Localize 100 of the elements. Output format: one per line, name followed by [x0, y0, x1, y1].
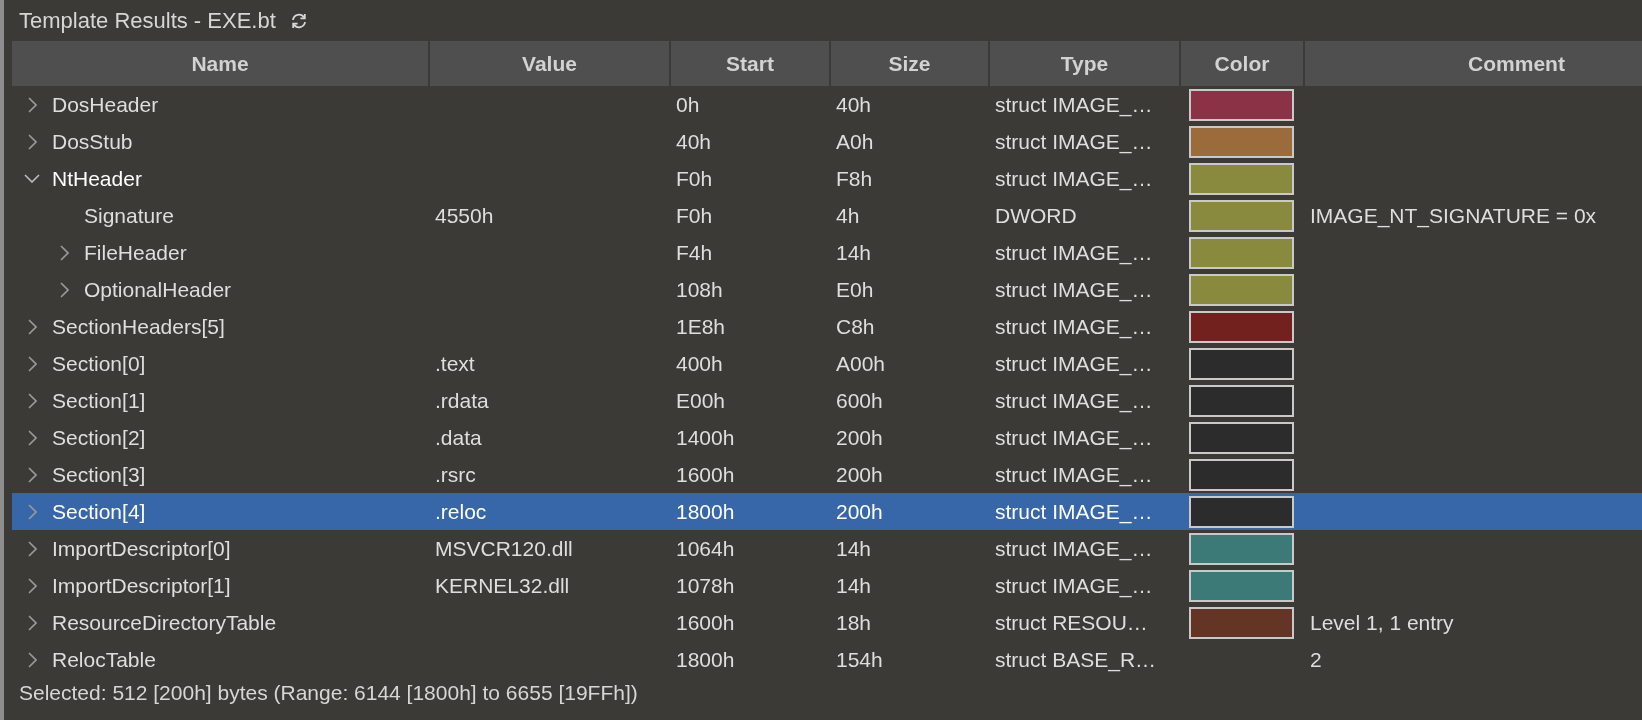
column-header[interactable]: Type [990, 41, 1181, 86]
table-row[interactable]: SectionHeaders[5] 1E8h C8h struct IMAGE_… [12, 308, 1642, 345]
type-name: struct IMAGE_… [995, 240, 1153, 265]
comment-text: 2 [1310, 647, 1322, 672]
comment-text: Level 1, 1 entry [1310, 610, 1454, 635]
field-value: MSVCR120.dll [435, 536, 573, 561]
start-offset: F0h [676, 203, 713, 228]
size-value: 18h [836, 610, 872, 635]
start-offset: 40h [676, 129, 712, 154]
start-offset: F0h [676, 166, 713, 191]
size-value: 200h [836, 425, 883, 450]
chevron-right-icon[interactable] [27, 614, 37, 631]
chevron-right-icon[interactable] [59, 281, 69, 298]
field-value: 4550h [435, 203, 494, 228]
column-header[interactable]: Comment [1305, 41, 1642, 86]
chevron-right-icon[interactable] [27, 392, 37, 409]
start-offset: 1600h [676, 610, 735, 635]
table-row[interactable]: Section[3] .rsrc 1600h 200h struct IMAGE_… [12, 456, 1642, 493]
size-value: F8h [836, 166, 873, 191]
field-value: .rdata [435, 388, 489, 413]
table-row[interactable]: Section[4] .reloc 1800h 200h struct IMAGE_… [12, 493, 1642, 530]
table-row[interactable]: Section[2] .data 1400h 200h struct IMAGE_… [12, 419, 1642, 456]
size-value: 154h [836, 647, 883, 672]
type-name: struct IMAGE_… [995, 499, 1153, 524]
size-value: 600h [836, 388, 883, 413]
table-row[interactable]: OptionalHeader 108h E0h struct IMAGE_… [12, 271, 1642, 308]
field-value: KERNEL32.dll [435, 573, 570, 598]
type-name: struct IMAGE_… [995, 166, 1153, 191]
start-offset: 1800h [676, 499, 735, 524]
size-value: A0h [836, 129, 874, 154]
field-name: Section[0] [52, 351, 146, 376]
table-row[interactable]: Section[1] .rdata E00h 600h struct IMAGE_… [12, 382, 1642, 419]
chevron-right-icon[interactable] [27, 429, 37, 446]
start-offset: 108h [676, 277, 723, 302]
field-name: Section[4] [52, 499, 146, 524]
field-value: .rsrc [435, 462, 476, 487]
field-name: RelocTable [52, 647, 156, 672]
field-name: DosStub [52, 129, 133, 154]
column-header[interactable]: Color [1181, 41, 1305, 86]
type-name: struct RESOU… [995, 610, 1148, 635]
table-row[interactable]: RelocTable 1800h 154h struct BASE_R… 2 [12, 641, 1642, 678]
type-name: struct IMAGE_… [995, 351, 1153, 376]
size-value: 14h [836, 240, 872, 265]
field-value: .text [435, 351, 475, 376]
chevron-right-icon[interactable] [27, 318, 37, 335]
start-offset: 0h [676, 92, 700, 117]
column-header[interactable]: Name [12, 41, 430, 86]
field-name: Signature [84, 203, 174, 228]
type-name: struct IMAGE_… [995, 129, 1153, 154]
size-value: C8h [836, 314, 875, 339]
table-row[interactable]: DosStub 40h A0h struct IMAGE_… [12, 123, 1642, 160]
field-name: SectionHeaders[5] [52, 314, 225, 339]
type-name: struct IMAGE_… [995, 277, 1153, 302]
start-offset: 400h [676, 351, 723, 376]
start-offset: 1064h [676, 536, 735, 561]
size-value: A00h [836, 351, 886, 376]
table-row[interactable]: ImportDescriptor[1] KERNEL32.dll 1078h 14h struct IMAGE_… [12, 567, 1642, 604]
refresh-icon[interactable] [289, 11, 308, 30]
table-row[interactable]: DosHeader 0h 40h struct IMAGE_… [12, 86, 1642, 123]
field-name: FileHeader [84, 240, 187, 265]
chevron-right-icon[interactable] [27, 466, 37, 483]
table-row[interactable]: Signature 4550h F0h 4h DWORD IMAGE_NT_SIGNATURE = 0x [12, 197, 1642, 234]
table-row[interactable]: NtHeader F0h F8h struct IMAGE_… [12, 160, 1642, 197]
field-name: ImportDescriptor[0] [52, 536, 231, 561]
table-row[interactable]: ImportDescriptor[0] MSVCR120.dll 1064h 14h struct IMAGE_… [12, 530, 1642, 567]
type-name: struct IMAGE_… [995, 536, 1153, 561]
column-header[interactable]: Size [831, 41, 990, 86]
start-offset: E00h [676, 388, 726, 413]
size-value: 200h [836, 462, 883, 487]
start-offset: F4h [676, 240, 713, 265]
chevron-right-icon[interactable] [27, 651, 37, 668]
start-offset: 1400h [676, 425, 735, 450]
field-value: .reloc [435, 499, 487, 524]
chevron-right-icon[interactable] [27, 355, 37, 372]
field-name: NtHeader [52, 166, 142, 191]
size-value: 40h [836, 92, 872, 117]
chevron-down-icon[interactable] [24, 174, 40, 183]
chevron-right-icon[interactable] [59, 244, 69, 261]
table-row[interactable]: ResourceDirectoryTable 1600h 18h struct RESOU… Level 1, 1 entry [12, 604, 1642, 641]
size-value: 4h [836, 203, 860, 228]
chevron-right-icon[interactable] [27, 540, 37, 557]
table-row[interactable]: Section[0] .text 400h A00h struct IMAGE_… [12, 345, 1642, 382]
field-name: Section[1] [52, 388, 146, 413]
size-value: 14h [836, 536, 872, 561]
chevron-right-icon[interactable] [27, 133, 37, 150]
comment-text: IMAGE_NT_SIGNATURE = 0x [1310, 203, 1597, 228]
type-name: DWORD [995, 203, 1077, 228]
status-text: Selected: 512 [200h] bytes (Range: 6144 [1800h] to 6655 [19FFh]) [19, 681, 638, 705]
type-name: struct IMAGE_… [995, 388, 1153, 413]
type-name: struct IMAGE_… [995, 314, 1153, 339]
table-row[interactable]: FileHeader F4h 14h struct IMAGE_… [12, 234, 1642, 271]
size-value: 200h [836, 499, 883, 524]
column-header[interactable]: Value [430, 41, 671, 86]
start-offset: 1800h [676, 647, 735, 672]
type-name: struct IMAGE_… [995, 425, 1153, 450]
field-value: .data [435, 425, 482, 450]
field-name: OptionalHeader [84, 277, 232, 302]
chevron-right-icon[interactable] [27, 577, 37, 594]
column-header[interactable]: Start [671, 41, 831, 86]
chevron-right-icon[interactable] [27, 96, 37, 113]
